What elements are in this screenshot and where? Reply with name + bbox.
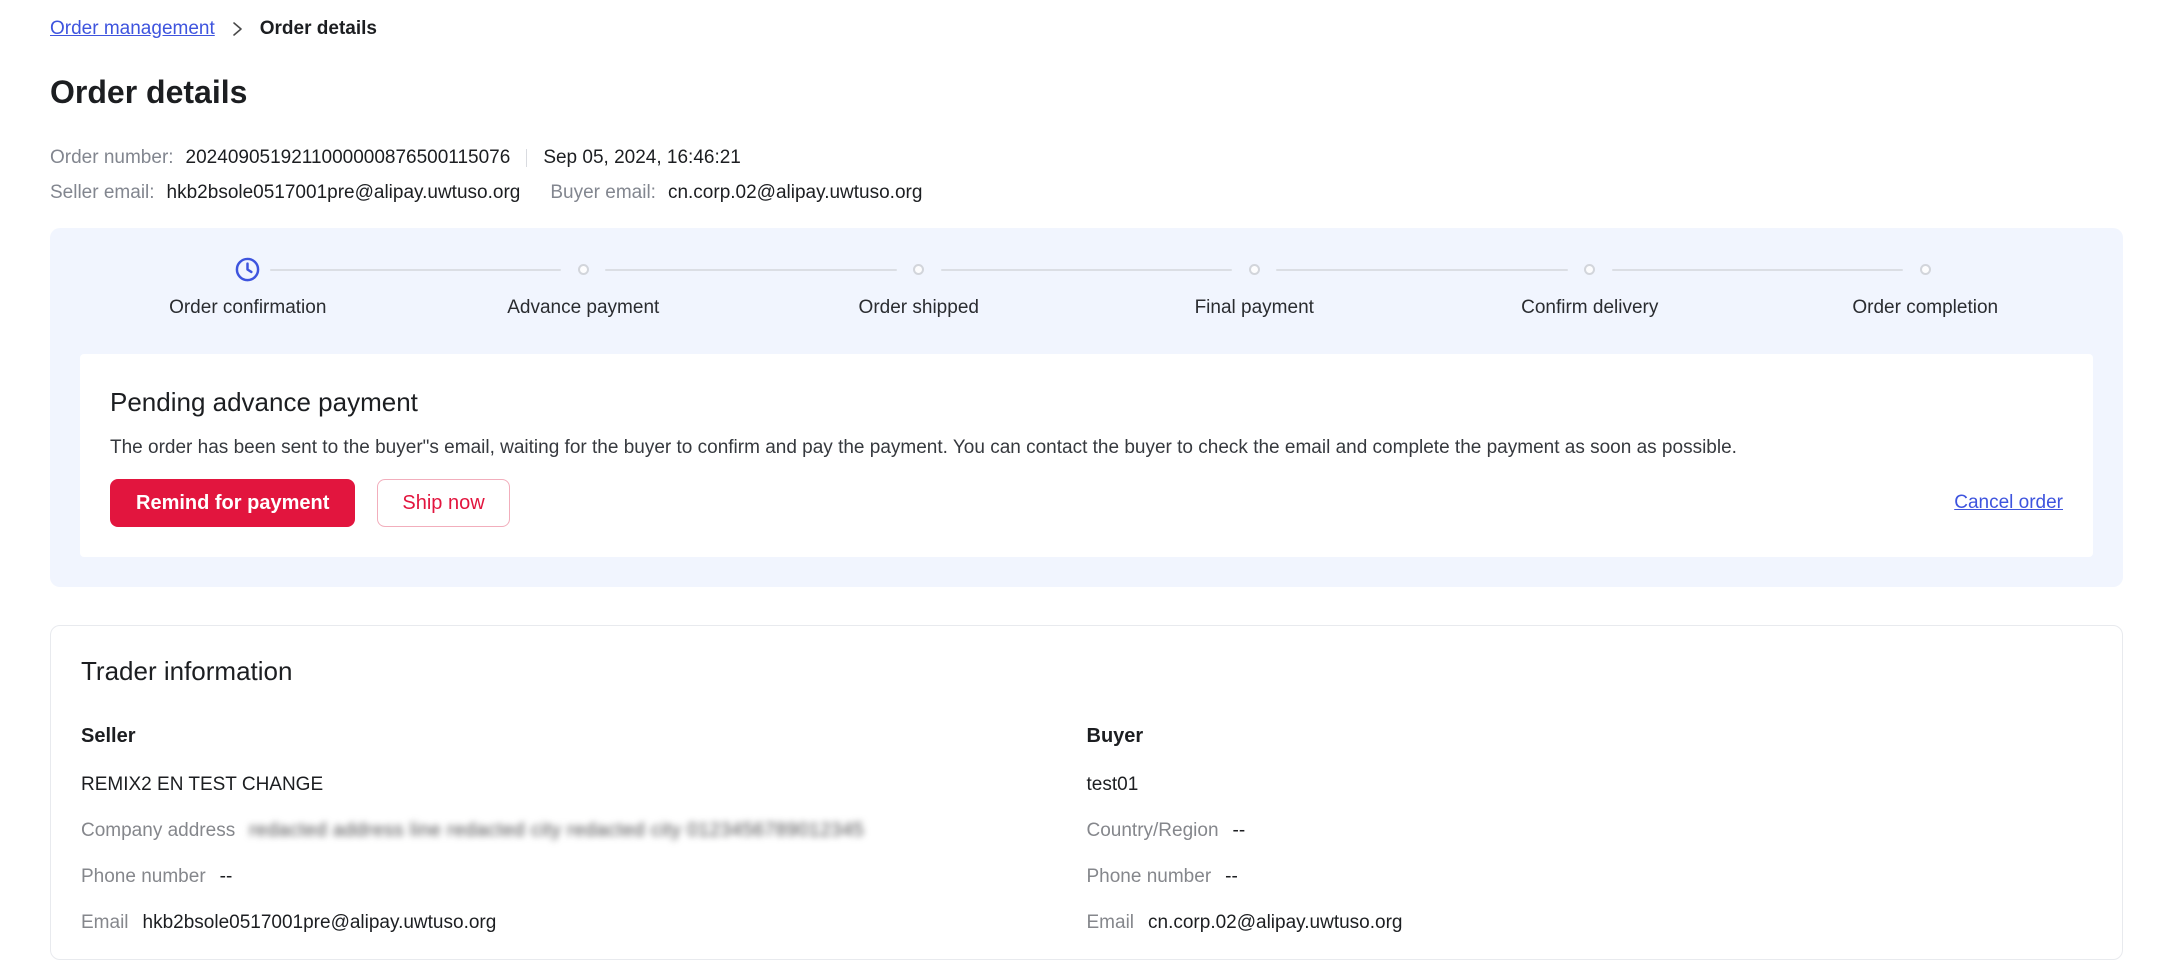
step-order-confirmation: Order confirmation (80, 256, 416, 319)
buyer-phone-row: Phone number -- (1087, 866, 2093, 888)
seller-email-value: hkb2bsole0517001pre@alipay.uwtuso.org (167, 182, 521, 204)
step-order-shipped: Order shipped (751, 256, 1087, 319)
email-label: Email (1087, 912, 1135, 934)
step-dot-icon (1920, 264, 1931, 275)
seller-phone-row: Phone number -- (81, 866, 1087, 888)
order-details-page: Order management Order details Order det… (0, 0, 2173, 960)
step-order-completion: Order completion (1758, 256, 2094, 319)
step-label: Order completion (1852, 297, 1998, 319)
company-address-row: Company address redacted address line re… (81, 820, 1087, 842)
pending-payment-card: Pending advance payment The order has be… (80, 354, 2093, 557)
step-label: Advance payment (507, 297, 659, 319)
buyer-name: test01 (1087, 774, 2093, 796)
seller-heading: Seller (81, 725, 1087, 748)
chevron-right-icon (231, 21, 244, 37)
order-status-panel: Order confirmation Advance payment Order… (50, 228, 2123, 587)
phone-number-label: Phone number (1087, 866, 1212, 888)
order-meta: Order number: 20240905192110000008765001… (50, 147, 2123, 204)
country-region-row: Country/Region -- (1087, 820, 2093, 842)
step-dot-icon (913, 264, 924, 275)
remind-for-payment-button[interactable]: Remind for payment (110, 479, 355, 527)
breadcrumb-current: Order details (260, 18, 377, 40)
status-actions: Remind for payment Ship now Cancel order (110, 479, 2063, 527)
vertical-divider (526, 149, 527, 167)
trader-columns: Seller REMIX2 EN TEST CHANGE Company add… (81, 725, 2092, 934)
ship-now-button[interactable]: Ship now (377, 479, 509, 527)
step-label: Final payment (1195, 297, 1314, 319)
step-confirm-delivery: Confirm delivery (1422, 256, 1758, 319)
phone-number-value: -- (220, 866, 233, 888)
cancel-order-link[interactable]: Cancel order (1954, 492, 2063, 514)
stepper-connector (605, 269, 897, 271)
step-final-payment: Final payment (1087, 256, 1423, 319)
buyer-email-label: Buyer email: (550, 182, 656, 204)
seller-name: REMIX2 EN TEST CHANGE (81, 774, 1087, 796)
stepper-connector (941, 269, 1233, 271)
order-number-value: 2024090519211000000876500115076 (186, 147, 511, 169)
step-dot-icon (578, 264, 589, 275)
company-address-label: Company address (81, 820, 235, 842)
email-label: Email (81, 912, 129, 934)
country-region-value: -- (1233, 820, 1246, 842)
step-dot-icon (1584, 264, 1595, 275)
trader-information-card: Trader information Seller REMIX2 EN TEST… (50, 625, 2123, 960)
phone-number-value: -- (1225, 866, 1238, 888)
stepper-connector (270, 269, 562, 271)
step-label: Confirm delivery (1521, 297, 1658, 319)
stepper-connector (1276, 269, 1568, 271)
step-label: Order shipped (859, 297, 979, 319)
email-value: cn.corp.02@alipay.uwtuso.org (1148, 912, 1402, 934)
status-description: The order has been sent to the buyer"s e… (110, 437, 2063, 459)
buyer-email-value: cn.corp.02@alipay.uwtuso.org (668, 182, 922, 204)
buyer-column: Buyer test01 Country/Region -- Phone num… (1087, 725, 2093, 934)
country-region-label: Country/Region (1087, 820, 1219, 842)
page-title: Order details (50, 74, 2123, 111)
buyer-email-row: Email cn.corp.02@alipay.uwtuso.org (1087, 912, 2093, 934)
step-advance-payment: Advance payment (416, 256, 752, 319)
seller-email-label: Seller email: (50, 182, 155, 204)
company-address-value-redacted: redacted address line redacted city reda… (249, 820, 864, 842)
emails-row: Seller email: hkb2bsole0517001pre@alipay… (50, 182, 2123, 204)
clock-icon (234, 256, 261, 283)
email-value: hkb2bsole0517001pre@alipay.uwtuso.org (143, 912, 497, 934)
order-number-label: Order number: (50, 147, 174, 169)
step-dot-icon (1249, 264, 1260, 275)
order-progress-stepper: Order confirmation Advance payment Order… (80, 256, 2093, 319)
breadcrumb: Order management Order details (50, 18, 2123, 40)
step-label: Order confirmation (169, 297, 326, 319)
order-number-row: Order number: 20240905192110000008765001… (50, 147, 2123, 169)
stepper-connector (1612, 269, 1904, 271)
order-date-value: Sep 05, 2024, 16:46:21 (543, 147, 741, 169)
breadcrumb-link-order-management[interactable]: Order management (50, 18, 215, 40)
status-title: Pending advance payment (110, 387, 2063, 418)
seller-column: Seller REMIX2 EN TEST CHANGE Company add… (81, 725, 1087, 934)
buyer-heading: Buyer (1087, 725, 2093, 748)
seller-email-row: Email hkb2bsole0517001pre@alipay.uwtuso.… (81, 912, 1087, 934)
phone-number-label: Phone number (81, 866, 206, 888)
trader-information-title: Trader information (81, 656, 2092, 687)
